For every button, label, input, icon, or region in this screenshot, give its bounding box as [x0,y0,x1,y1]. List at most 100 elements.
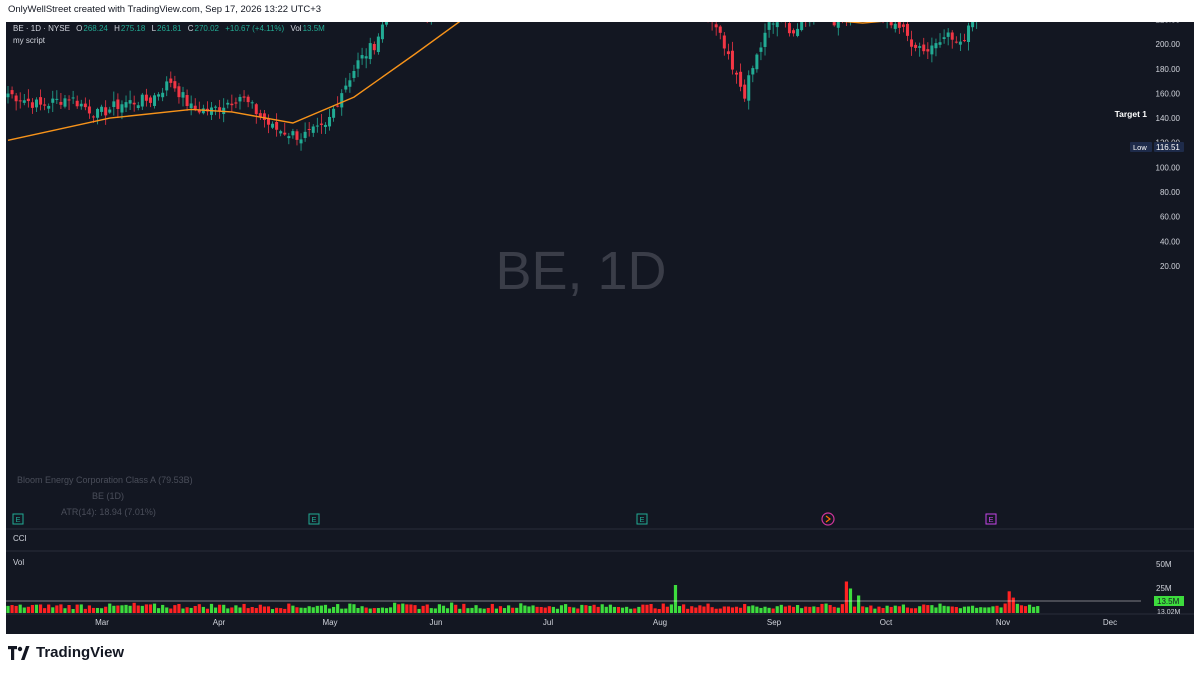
candle-body [47,105,51,109]
volume-bar [918,606,922,613]
volume-bar [152,603,157,613]
x-tick-label: Sep [767,618,782,627]
volume-bar [1015,603,1019,613]
volume-bar [970,605,975,613]
volume-bar [482,608,486,613]
volume-bar [791,606,796,613]
x-tick-label: Apr [213,618,226,627]
candle-body [266,118,270,125]
candle-body [161,92,165,98]
volume-bar [83,608,87,613]
candle-body [165,81,169,91]
candle-body [726,51,730,55]
volume-bar [816,607,820,613]
volume-bar [637,606,641,613]
volume-bar [755,606,759,613]
symbol-legend[interactable]: BE · 1D · NYSE O268.24 H275.18 L261.81 C… [13,24,329,33]
chart-canvas[interactable]: BE, 1D 20.0040.0060.0080.00100.00120.001… [6,22,1194,634]
volume-bar [787,605,792,613]
volume-bar [857,595,861,613]
company-info: Bloom Energy Corporation Class A (79.53B… [17,475,193,485]
volume-bar [942,605,946,613]
volume-bar [291,605,295,613]
volume-bar [995,605,999,613]
tradingview-logo[interactable]: TradingView [8,644,124,661]
volume-bar [104,606,108,613]
candle-body [22,100,26,103]
volume-bar [836,607,840,613]
x-tick-label: Jun [430,618,443,627]
volume-bar [694,607,698,613]
y-tick-label: 140.00 [1156,114,1181,123]
y-tick-label: 80.00 [1160,188,1181,197]
volume-bar [999,607,1003,613]
candle-body [796,28,800,36]
volume-bar [421,605,425,613]
candle-body [63,98,67,107]
volume-bar [572,607,576,613]
x-tick-label: Nov [996,618,1010,627]
candle-body [128,100,132,104]
volume-bar [852,606,857,613]
volume-bar [144,604,148,613]
volume-bar [515,607,519,613]
volume-bar [739,607,743,613]
volume-bar [181,608,185,613]
earnings-event-label: E [311,515,316,524]
volume-bar [718,608,722,613]
candle-body [271,123,275,128]
volume-bar [279,608,283,613]
volume-bar [783,606,787,613]
volume-bar [307,606,311,613]
candle-body [14,95,18,102]
candle-body [901,24,905,27]
volume-bar [38,604,43,613]
target-label: Target 1 [1115,109,1148,119]
cci-pane-title[interactable]: CCI [13,534,27,543]
volume-bar [43,608,47,613]
volume-bar [734,606,739,613]
volume-bar [926,605,930,613]
volume-bar [230,607,234,613]
script-legend[interactable]: my script [13,36,45,45]
candle-body [800,22,804,31]
volume-bar [686,608,690,613]
volume-bar [201,606,205,613]
volume-bar [568,606,572,613]
volume-bar [384,608,389,613]
volume-bar [95,607,100,613]
change-value: +10.67 (+4.11%) [225,24,285,33]
moving-averages [7,22,883,141]
candle-body [295,131,299,140]
volume-axis-label: 25M [1156,584,1172,593]
volume-bar [433,608,437,613]
volume-bar [633,608,637,613]
volume-bar [185,607,189,613]
candle-body [918,46,922,48]
low-label: L [151,24,157,33]
volume-bar [18,604,22,613]
y-tick-label: 20.00 [1160,262,1181,271]
candle-body [262,113,266,120]
candle-body [714,24,718,28]
volume-bar [368,608,372,613]
candle-body [319,123,323,125]
volume-bar [148,604,153,613]
volume-bar [441,605,446,613]
volume-bar [311,607,315,613]
candle-body [771,23,775,25]
volume-bar [112,605,116,613]
candle-body [59,101,63,105]
vol-pane-title[interactable]: Vol [13,558,24,567]
volume-bar [779,604,783,613]
volume-bar [665,606,669,613]
volume-bar [527,606,531,613]
volume-bar [507,605,511,613]
candle-body [832,22,836,26]
volume-bar [824,603,828,613]
volume-bar [946,606,950,613]
volume-bar [909,608,914,613]
chart-area[interactable]: BE, 1D 20.0040.0060.0080.00100.00120.001… [6,22,1194,634]
candle-body [51,98,55,103]
candle-body [385,22,389,25]
